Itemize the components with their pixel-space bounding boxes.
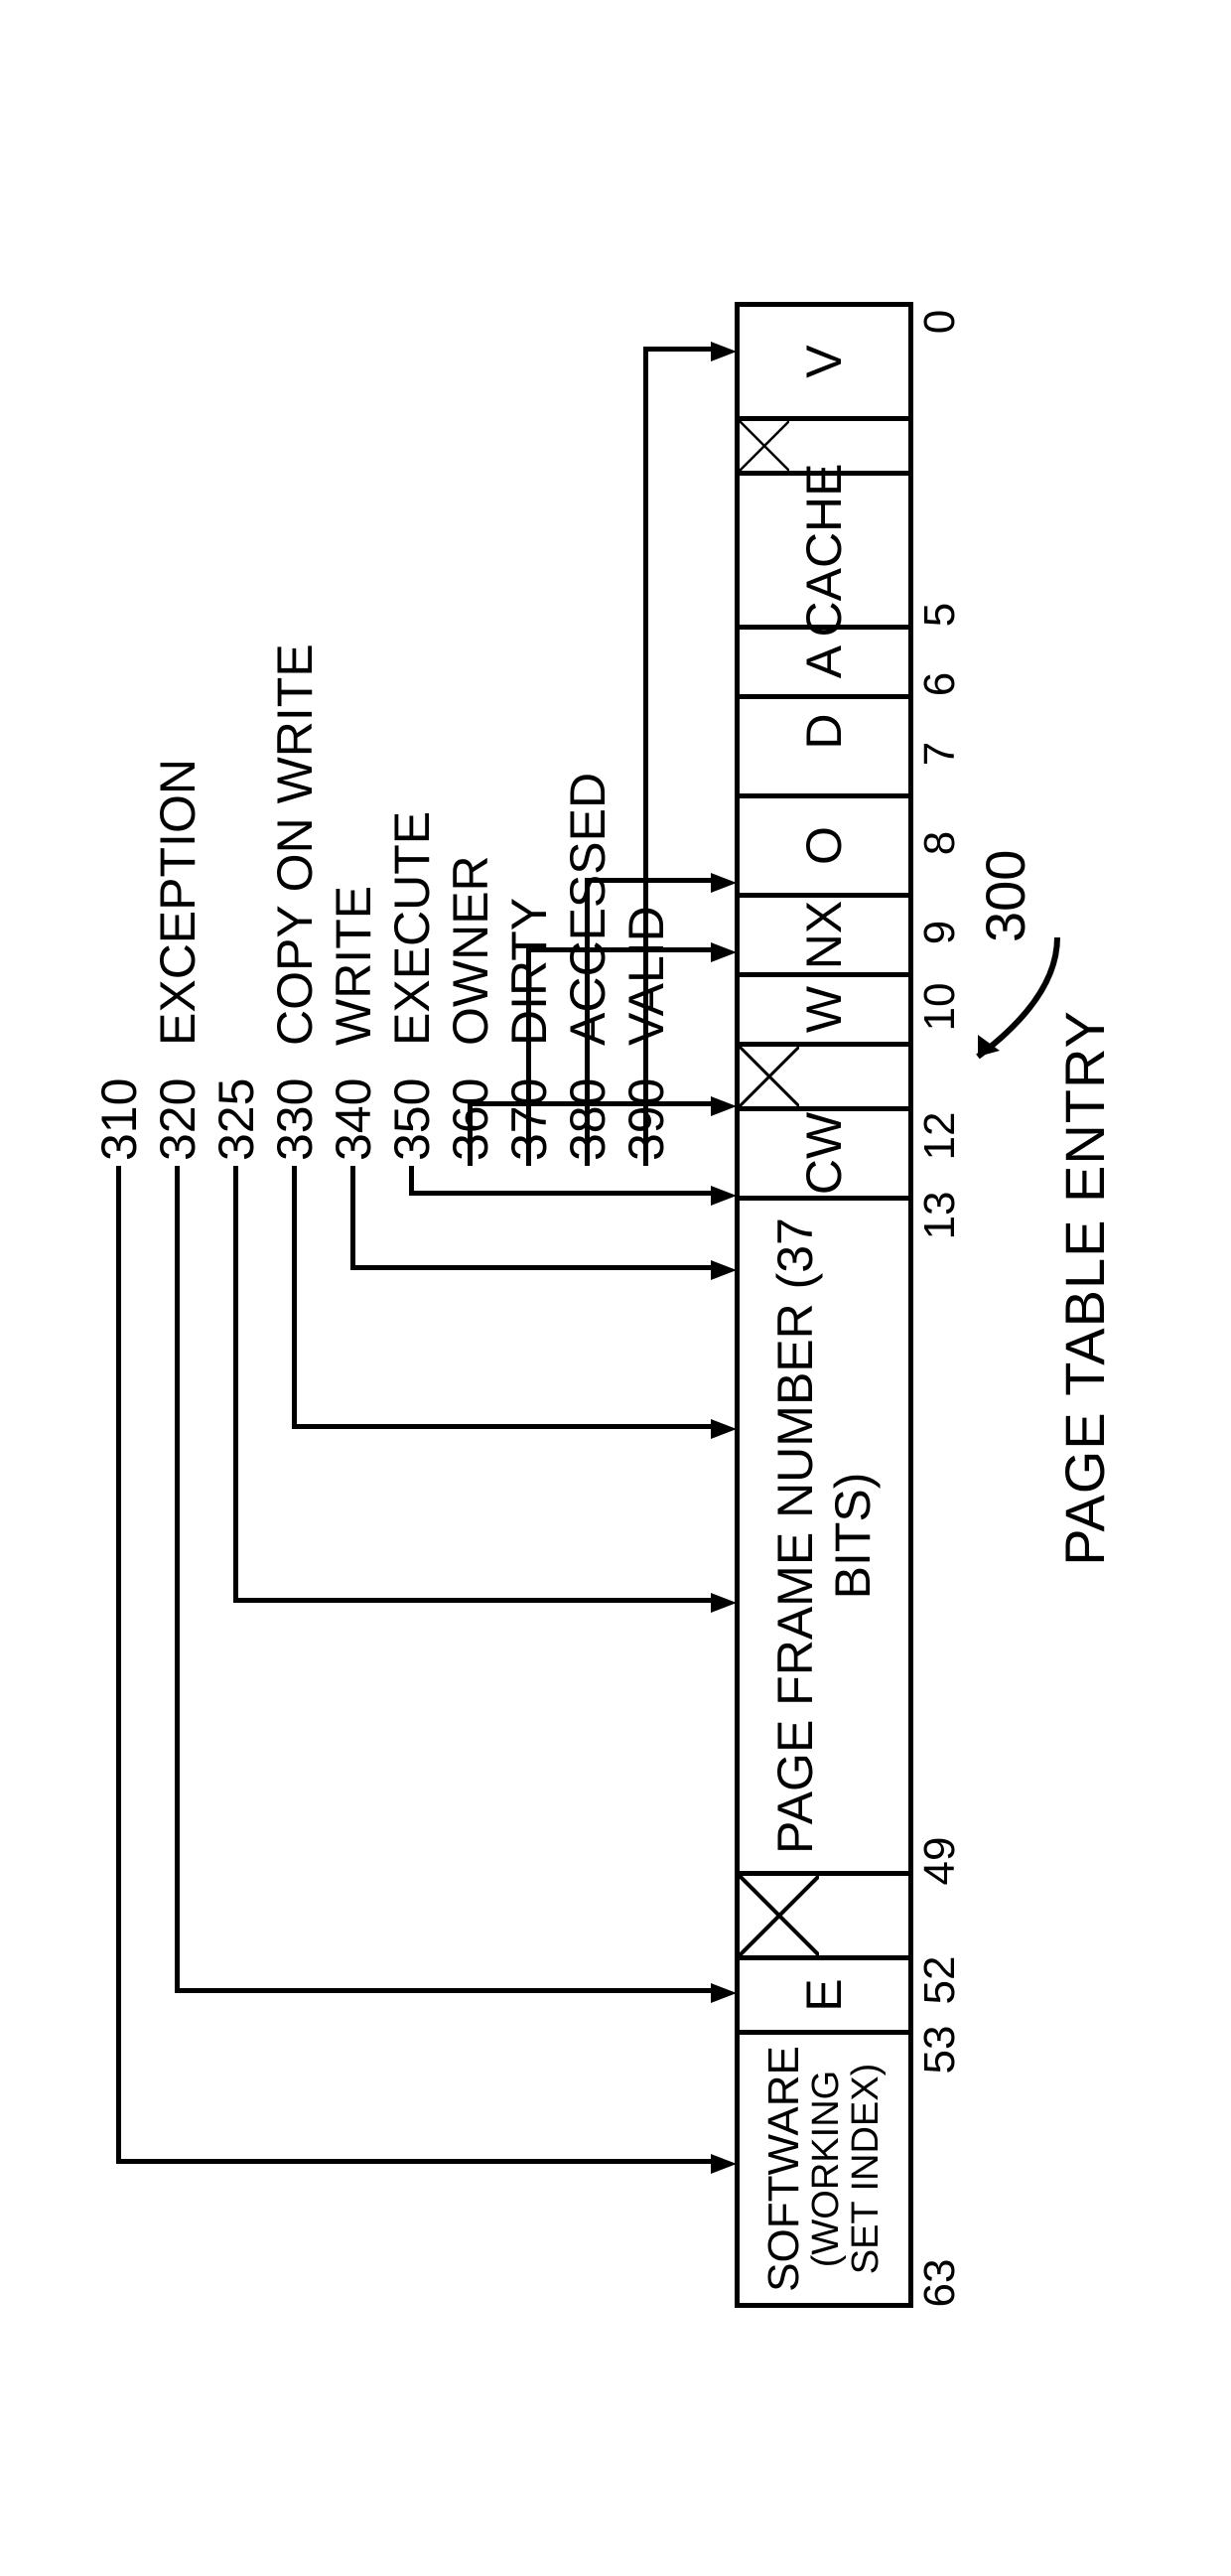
bit-53: 53: [915, 2026, 965, 2075]
leader-h-330b: [292, 1166, 297, 1429]
legend-num: 340: [329, 1052, 378, 1161]
legend-row-360: 360OWNER: [441, 644, 499, 1161]
leader-v-370: [526, 947, 717, 952]
seg-owner: O: [740, 793, 908, 893]
legend-row-340: 340WRITE: [324, 644, 382, 1161]
bit-63: 63: [915, 2259, 965, 2308]
legend-row-350: 350EXECUTE: [382, 644, 441, 1161]
legend-row-320: 320EXCEPTION: [148, 644, 206, 1161]
seg-cache: CACHE: [740, 471, 908, 625]
seg-valid: V: [740, 307, 908, 416]
seg-copyonwrite: CW: [740, 1106, 908, 1196]
reference-arrow-icon: [938, 918, 1067, 1086]
leader-v-330: [292, 1424, 717, 1429]
bit-5: 5: [915, 603, 965, 627]
arrowhead-icon: [711, 873, 737, 893]
seg-exception-label: E: [795, 1978, 853, 2011]
bit-13: 13: [915, 1192, 965, 1240]
leader-v-340: [350, 1265, 717, 1270]
legend-num: 320: [153, 1052, 203, 1161]
leader-h-370: [526, 952, 531, 1166]
legend-num: 330: [270, 1052, 320, 1161]
leader-v-380: [585, 878, 717, 883]
bit-12: 12: [915, 1112, 965, 1161]
legend-name: EXCEPTION: [153, 759, 203, 1052]
legend-num: 325: [211, 1052, 261, 1161]
seg-pfn: PAGE FRAME NUMBER (37 BITS): [740, 1196, 908, 1871]
legend-row-310: 310: [89, 644, 148, 1161]
leader-h-320: [175, 1166, 180, 1993]
seg-dirty: D: [740, 694, 908, 764]
legend-name: COPY ON WRITE: [270, 644, 320, 1052]
bit-7: 7: [915, 742, 965, 766]
seg-write: W: [740, 972, 908, 1042]
seg-copyonwrite-label: CW: [795, 1112, 853, 1195]
bitfield-row: SOFTWARE (WORKING SET INDEX) E PAGE FRAM…: [735, 302, 913, 2308]
leader-v-390: [643, 347, 717, 352]
arrowhead-icon: [711, 1260, 737, 1280]
seg-valid-label: V: [795, 345, 853, 377]
figure-caption: PAGE TABLE ENTRY: [1052, 0, 1117, 2576]
figure: SOFTWARE (WORKING SET INDEX) E PAGE FRAM…: [0, 0, 1231, 2576]
leader-v-360: [468, 1101, 717, 1106]
seg-reserved-2: [740, 1042, 908, 1106]
legend-row-330: 330COPY ON WRITE: [265, 644, 324, 1161]
arrowhead-icon: [711, 942, 737, 962]
legend-name: WRITE: [329, 886, 378, 1052]
seg-software-sublabel: (WORKING SET INDEX): [807, 2035, 887, 2303]
bit-49: 49: [915, 1837, 965, 1886]
legend-num: 350: [387, 1052, 437, 1161]
seg-write-label: W: [795, 986, 853, 1033]
bit-52: 52: [915, 1956, 965, 2005]
legend-row-325: 325: [206, 644, 265, 1161]
legend-num: 310: [94, 1052, 144, 1161]
leader-h-360: [468, 1106, 473, 1166]
seg-software-label: SOFTWARE: [761, 2035, 807, 2303]
seg-gap: [740, 764, 908, 793]
figure-reference-number: 300: [973, 850, 1037, 942]
leader-v-325: [233, 1598, 717, 1603]
leader-v-320: [175, 1988, 717, 1993]
seg-execute-label: NX: [795, 901, 853, 969]
leader-h-380: [585, 883, 590, 1166]
bit-6: 6: [915, 672, 965, 696]
leader-h-310: [116, 1166, 121, 2164]
leader-h-340: [350, 1166, 355, 1270]
arrowhead-icon: [711, 342, 737, 361]
seg-owner-label: O: [795, 826, 853, 865]
page: SOFTWARE (WORKING SET INDEX) E PAGE FRAM…: [0, 0, 1231, 2576]
leader-v-310: [116, 2159, 717, 2164]
arrowhead-icon: [711, 1096, 737, 1116]
seg-software: SOFTWARE (WORKING SET INDEX): [740, 2030, 908, 2303]
arrowhead-icon: [711, 1983, 737, 2003]
seg-dirty-label: D: [795, 713, 853, 749]
arrowhead-icon: [711, 2154, 737, 2174]
leader-h-390: [643, 352, 648, 1166]
seg-reserved-3: [740, 416, 908, 471]
seg-execute: NX: [740, 893, 908, 972]
leader-v-350: [409, 1191, 717, 1196]
seg-accessed-label: A: [795, 645, 853, 678]
seg-cache-label: CACHE: [795, 463, 853, 637]
arrowhead-icon: [711, 1186, 737, 1206]
arrowhead-icon: [711, 1593, 737, 1613]
seg-pfn-label: PAGE FRAME NUMBER (37 BITS): [766, 1201, 882, 1871]
arrowhead-icon: [711, 1419, 737, 1439]
seg-exception: E: [740, 1955, 908, 2030]
seg-reserved-1: [740, 1871, 908, 1955]
legend-name: EXECUTE: [387, 811, 437, 1052]
legend-name: OWNER: [446, 855, 495, 1052]
leader-h-325: [233, 1166, 238, 1603]
bit-8: 8: [915, 831, 965, 855]
bit-0: 0: [915, 310, 965, 334]
